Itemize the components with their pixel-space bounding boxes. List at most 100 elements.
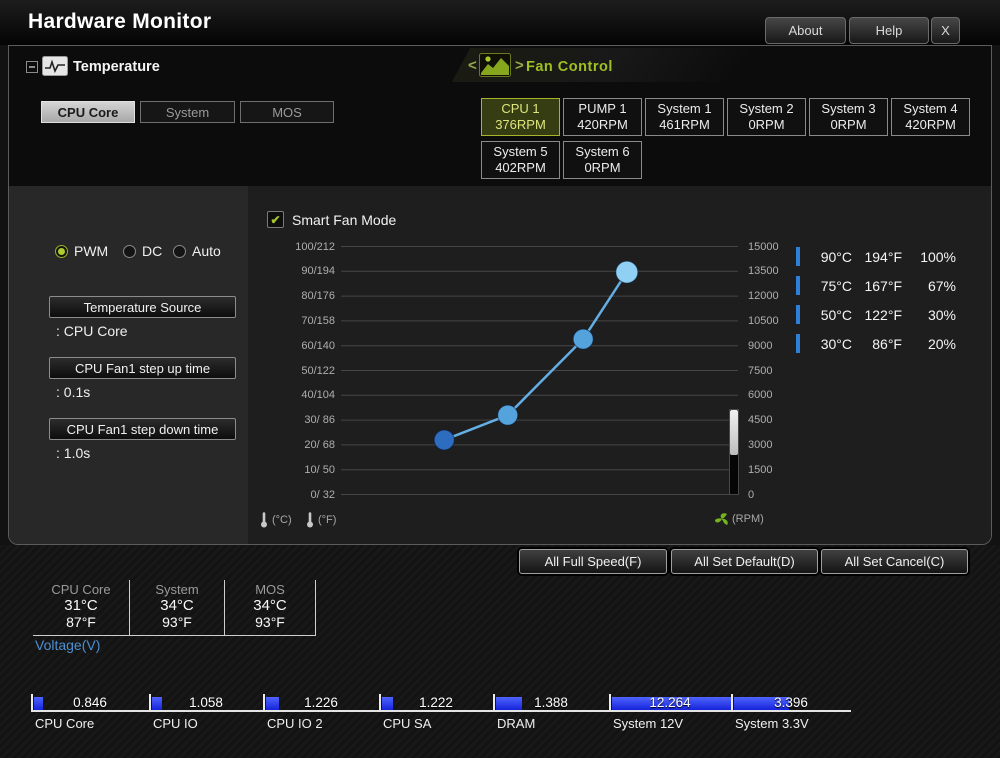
step-up-time-value: : 0.1s xyxy=(56,384,90,400)
rpm-unit: (RPM) xyxy=(715,512,764,526)
fan-rpm: 0RPM xyxy=(584,160,620,176)
step-down-time-value: : 1.0s xyxy=(56,445,90,461)
fan-rpm: 0RPM xyxy=(748,117,784,133)
legend-temp-f: 86°F xyxy=(852,336,902,352)
legend-marker xyxy=(796,276,800,295)
radio-pwm[interactable]: PWM xyxy=(55,243,108,259)
fan-system1-button[interactable]: System 1 461RPM xyxy=(645,98,724,136)
fan-control-icon[interactable] xyxy=(479,53,511,77)
voltage-cpu-sa: 1.222 CPU SA xyxy=(379,694,493,734)
chart-scrollbar[interactable] xyxy=(729,409,739,495)
voltage-value: 12.264 xyxy=(609,694,731,712)
next-section-arrow[interactable]: > xyxy=(515,57,524,74)
voltage-label: System 3.3V xyxy=(731,716,851,731)
about-button[interactable]: About xyxy=(765,17,846,44)
smart-fan-checkbox[interactable]: ✔ xyxy=(267,211,284,228)
step-up-time-button[interactable]: CPU Fan1 step up time xyxy=(49,357,236,379)
readout-celsius: 34°C xyxy=(130,597,224,614)
legend-temp-c: 50°C xyxy=(808,307,852,323)
celsius-unit-label: (°C) xyxy=(272,514,292,526)
temperature-icon xyxy=(42,56,68,76)
radio-circle-icon xyxy=(55,245,68,258)
voltage-value: 3.396 xyxy=(731,694,851,712)
legend-percent: 20% xyxy=(902,336,956,352)
fan-system4-button[interactable]: System 4 420RPM xyxy=(891,98,970,136)
fan-name: System 3 xyxy=(821,101,875,117)
scrollbar-thumb[interactable] xyxy=(730,410,738,455)
fan-system3-button[interactable]: System 3 0RPM xyxy=(809,98,888,136)
readout-celsius: 34°C xyxy=(225,597,315,614)
voltage-label: CPU IO 2 xyxy=(263,716,379,731)
titlebar: Hardware Monitor About Help X xyxy=(0,0,1000,45)
voltage-system-3v3: 3.396 System 3.3V xyxy=(731,694,851,734)
fan-name: CPU 1 xyxy=(501,101,539,117)
app-title: Hardware Monitor xyxy=(28,10,211,34)
readout-fahrenheit: 87°F xyxy=(33,614,129,630)
fan-name: System 5 xyxy=(493,144,547,160)
legend-percent: 67% xyxy=(902,278,956,294)
temperature-source-button[interactable]: Temperature Source xyxy=(49,296,236,318)
fan-section-title: Fan Control xyxy=(526,59,613,75)
fan-name: System 4 xyxy=(903,101,957,117)
voltage-cpu-io2: 1.226 CPU IO 2 xyxy=(263,694,379,734)
readout-celsius: 31°C xyxy=(33,597,129,614)
all-full-speed-button[interactable]: All Full Speed(F) xyxy=(519,549,667,574)
tab-system[interactable]: System xyxy=(140,101,235,123)
collapse-icon[interactable] xyxy=(26,61,38,73)
voltage-cpu-io: 1.058 CPU IO xyxy=(149,694,263,734)
fan-icon xyxy=(715,512,729,526)
temperature-readouts: CPU Core 31°C 87°F System 34°C 93°F MOS … xyxy=(33,580,316,636)
fan-rpm: 402RPM xyxy=(495,160,546,176)
readout-mos: MOS 34°C 93°F xyxy=(225,580,316,635)
tab-mos[interactable]: MOS xyxy=(240,101,334,123)
radio-dc[interactable]: DC xyxy=(123,243,162,259)
close-button[interactable]: X xyxy=(931,17,960,44)
legend-temp-f: 167°F xyxy=(852,278,902,294)
legend-temp-c: 30°C xyxy=(808,336,852,352)
voltage-label: CPU SA xyxy=(379,716,493,731)
legend-marker xyxy=(796,305,800,324)
temperature-axis-labels: 100/21290/19480/17670/15860/14050/12240/… xyxy=(247,246,335,495)
check-icon: ✔ xyxy=(270,214,280,226)
voltage-value: 1.226 xyxy=(263,694,379,712)
radio-label: DC xyxy=(142,243,162,259)
smart-fan-mode-toggle[interactable]: ✔ Smart Fan Mode xyxy=(267,211,396,228)
hardware-monitor-screen: Hardware Monitor About Help X Temperatur… xyxy=(0,0,1000,758)
legend-temp-f: 122°F xyxy=(852,307,902,323)
voltage-label: DRAM xyxy=(493,716,609,731)
fan-system6-button[interactable]: System 6 0RPM xyxy=(563,141,642,179)
fan-system2-button[interactable]: System 2 0RPM xyxy=(727,98,806,136)
legend-row: 50°C 122°F 30% xyxy=(796,300,966,329)
temperature-source-value: : CPU Core xyxy=(56,323,128,339)
fan-rpm: 376RPM xyxy=(495,117,546,133)
help-button[interactable]: Help xyxy=(849,17,929,44)
radio-circle-icon xyxy=(123,245,136,258)
step-down-time-button[interactable]: CPU Fan1 step down time xyxy=(49,418,236,440)
radio-label: PWM xyxy=(74,243,108,259)
radio-label: Auto xyxy=(192,243,221,259)
fan-system5-button[interactable]: System 5 402RPM xyxy=(481,141,560,179)
readout-name: System xyxy=(130,582,224,597)
fan-curve-legend: 90°C 194°F 100% 75°C 167°F 67% 50°C 122°… xyxy=(796,242,966,358)
legend-percent: 30% xyxy=(902,307,956,323)
thermometer-icon xyxy=(305,512,315,528)
rpm-axis-labels: 1500013500120001050090007500600045003000… xyxy=(748,246,796,495)
fan-name: PUMP 1 xyxy=(578,101,626,117)
readout-name: CPU Core xyxy=(33,582,129,597)
prev-section-arrow[interactable]: < xyxy=(468,57,477,74)
monitor-panel: Temperature < > Fan Control CPU Core Sys… xyxy=(8,45,992,545)
fan-cpu1-button[interactable]: CPU 1 376RPM xyxy=(481,98,560,136)
thermometer-icon xyxy=(259,512,269,528)
fan-curve-chart[interactable] xyxy=(341,246,738,495)
tab-cpu-core[interactable]: CPU Core xyxy=(41,101,135,123)
voltage-label: System 12V xyxy=(609,716,731,731)
voltage-section-label: Voltage(V) xyxy=(35,637,100,653)
all-set-cancel-button[interactable]: All Set Cancel(C) xyxy=(821,549,968,574)
voltage-value: 0.846 xyxy=(31,694,149,712)
radio-auto[interactable]: Auto xyxy=(173,243,221,259)
fan-rpm: 461RPM xyxy=(659,117,710,133)
readout-fahrenheit: 93°F xyxy=(130,614,224,630)
readout-system: System 34°C 93°F xyxy=(130,580,225,635)
fan-pump1-button[interactable]: PUMP 1 420RPM xyxy=(563,98,642,136)
all-set-default-button[interactable]: All Set Default(D) xyxy=(671,549,818,574)
